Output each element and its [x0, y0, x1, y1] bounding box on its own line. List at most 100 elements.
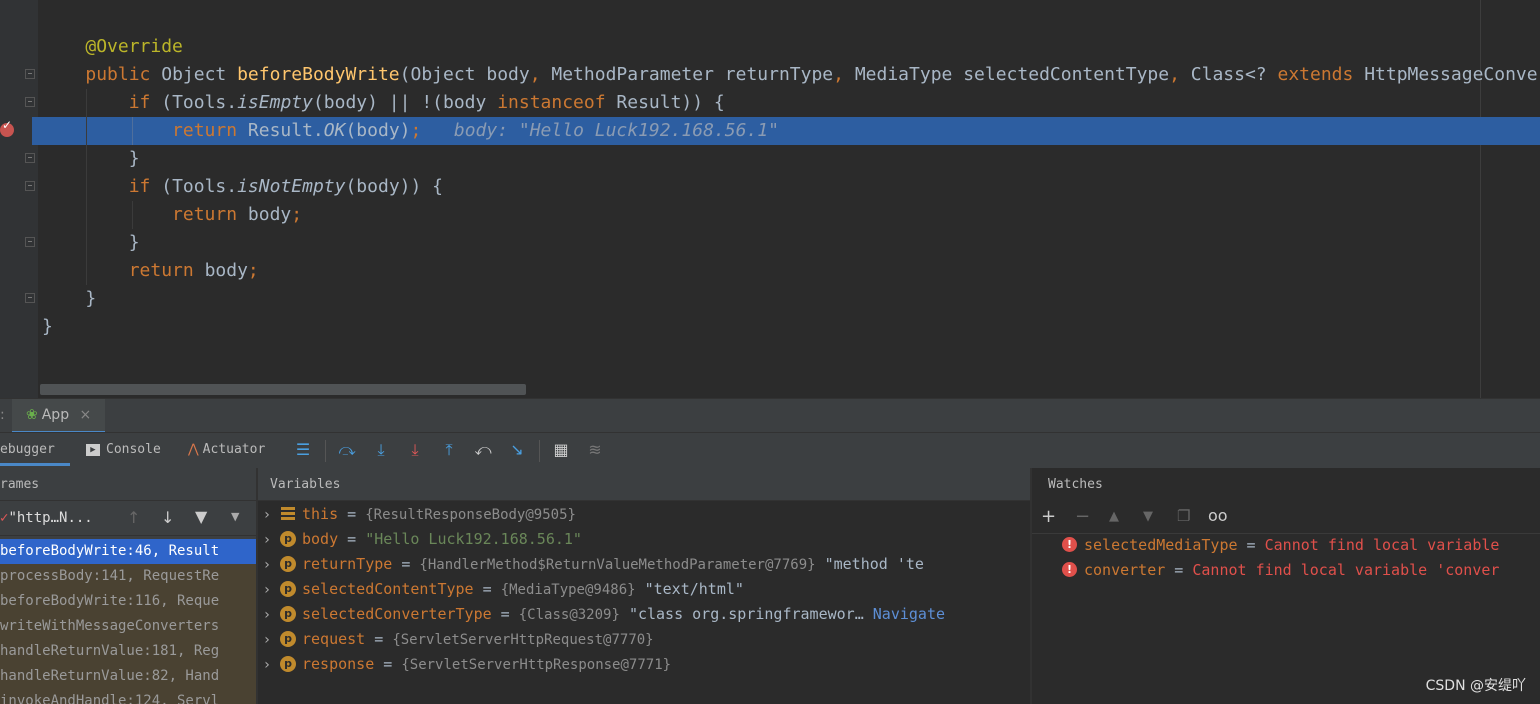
code-line-48[interactable]: }: [42, 229, 140, 257]
frame-row[interactable]: invokeAndHandle:124, Servl: [0, 689, 256, 704]
variable-row-returnType[interactable]: › p returnType = {HandlerMethod$ReturnValu…: [258, 552, 924, 577]
thread-label: "http…N...: [8, 510, 93, 526]
watch-error: Cannot find local variable: [1264, 536, 1500, 554]
code-line-41[interactable]: @Override: [42, 33, 183, 61]
expand-chevron-icon[interactable]: ›: [258, 553, 276, 578]
variable-row-response[interactable]: › p response = {ServletServerHttpResponse@…: [258, 652, 671, 677]
show-watches-glasses-icon[interactable]: oo: [1208, 506, 1228, 525]
frame-row[interactable]: beforeBodyWrite:116, Reque: [0, 589, 256, 614]
variables-panel-header: Variables: [258, 468, 1030, 501]
step-into-icon[interactable]: ⤓: [371, 440, 391, 460]
frame-row[interactable]: beforeBodyWrite:46, Result: [0, 539, 256, 564]
error-icon: !: [1062, 562, 1077, 577]
debugger-tab-label: ebugger: [0, 442, 55, 457]
actuator-icon: ⋀: [188, 442, 199, 457]
close-tab-icon[interactable]: ×: [80, 407, 92, 423]
fold-marker-icon[interactable]: [25, 97, 35, 107]
variable-ref: {ServletServerHttpResponse@7771}: [401, 657, 672, 673]
expand-chevron-icon[interactable]: ›: [258, 503, 276, 528]
code-editor[interactable]: ✓ @Override public Object beforeBodyWrit…: [0, 0, 1540, 398]
fold-marker-icon[interactable]: [25, 153, 35, 163]
expand-chevron-icon[interactable]: ›: [258, 628, 276, 653]
move-watch-up-icon[interactable]: ▲: [1109, 509, 1119, 524]
variables-title: Variables: [270, 477, 341, 492]
code-line-46[interactable]: if (Tools.isNotEmpty(body)) {: [42, 173, 443, 201]
tab-actuator[interactable]: ⋀ Actuator: [188, 433, 265, 466]
watch-name: selectedMediaType: [1084, 536, 1238, 554]
code-line-47[interactable]: return body;: [42, 201, 302, 229]
drop-frame-icon[interactable]: ⤺: [473, 440, 493, 460]
move-watch-down-icon[interactable]: ▼: [1143, 509, 1153, 524]
error-icon: !: [1062, 537, 1077, 552]
previous-frame-icon[interactable]: ↑: [127, 508, 140, 527]
variable-row-selectedConverterType[interactable]: › p selectedConverterType = {Class@3209} "…: [258, 602, 945, 627]
tab-app-run-config[interactable]: ❀ App ×: [12, 399, 106, 434]
fold-marker-icon[interactable]: [25, 181, 35, 191]
horizontal-scrollbar[interactable]: [40, 384, 526, 395]
force-step-into-icon[interactable]: ⤓: [405, 440, 425, 460]
console-tab-label: Console: [106, 442, 161, 457]
tab-overflow-icon[interactable]: :: [0, 399, 8, 431]
variable-row-this[interactable]: › this = {ResultResponseBody@9505}: [258, 502, 576, 527]
run-to-cursor-icon[interactable]: ↘: [507, 440, 527, 460]
watch-name: converter: [1084, 561, 1166, 579]
fold-marker-icon[interactable]: [25, 293, 35, 303]
trace-stream-icon[interactable]: ≋: [585, 440, 605, 460]
expand-chevron-icon[interactable]: ›: [258, 578, 276, 603]
code-line-43[interactable]: if (Tools.isEmpty(body) || !(body instan…: [42, 89, 725, 117]
show-execution-point-icon[interactable]: ☰: [293, 440, 313, 460]
frames-panel: ✓"http…N... ↑ ↓ ▼ ▼ beforeBodyWrite:46, …: [0, 501, 256, 704]
actuator-tab-label: Actuator: [202, 442, 266, 457]
next-frame-icon[interactable]: ↓: [161, 508, 174, 527]
debugger-toolbar: ebugger ▶ Console ⋀ Actuator ☰ ⤼ ⤓ ⤓ ⤒ ⤺ ↘…: [0, 432, 1540, 469]
expand-chevron-icon[interactable]: ›: [258, 528, 276, 553]
editor-gutter[interactable]: [0, 0, 38, 398]
variable-ref: {MediaType@9486}: [500, 582, 636, 598]
tab-debugger[interactable]: ebugger: [0, 433, 70, 466]
frame-row[interactable]: processBody:141, RequestRe: [0, 564, 256, 589]
expand-chevron-icon[interactable]: ›: [258, 653, 276, 678]
variable-row-selectedContentType[interactable]: › p selectedContentType = {MediaType@9486}…: [258, 577, 744, 602]
thread-dropdown[interactable]: ✓"http…N...: [0, 501, 93, 535]
code-line-51[interactable]: }: [42, 313, 53, 341]
fold-marker-icon[interactable]: [25, 237, 35, 247]
navigate-link[interactable]: Navigate: [873, 605, 945, 623]
fold-marker-icon[interactable]: [25, 69, 35, 79]
remove-watch-icon[interactable]: −: [1075, 506, 1090, 527]
frame-row[interactable]: handleReturnValue:82, Hand: [0, 664, 256, 689]
watch-error: Cannot find local variable 'conver: [1192, 561, 1500, 579]
toolbar-separator: [539, 440, 540, 462]
step-over-icon[interactable]: ⤼: [337, 440, 357, 460]
breakpoint-check-icon: ✓: [2, 118, 13, 132]
code-line-50[interactable]: }: [42, 285, 96, 313]
toolbar-separator: [325, 440, 326, 462]
watches-panel: + − ▲ ▼ ❐ oo ! selectedMediaType = Cannot…: [1032, 501, 1540, 704]
code-line-44[interactable]: return Result.OK(body); body: "Hello Luc…: [42, 117, 779, 145]
watches-panel-header: Watches: [1032, 468, 1540, 501]
expand-chevron-icon[interactable]: ›: [258, 603, 276, 628]
add-watch-icon[interactable]: +: [1041, 506, 1056, 527]
code-line-42[interactable]: public Object beforeBodyWrite(Object bod…: [42, 61, 1540, 89]
watch-row-converter[interactable]: ! converter = Cannot find local variable …: [1062, 558, 1499, 583]
csdn-watermark: CSDN @安缇吖: [1425, 678, 1526, 694]
step-out-icon[interactable]: ⤒: [439, 440, 459, 460]
frame-row[interactable]: writeWithMessageConverters: [0, 614, 256, 639]
filter-icon[interactable]: ▼: [195, 507, 207, 526]
evaluate-expression-icon[interactable]: ▦: [551, 440, 571, 460]
tab-console[interactable]: ▶ Console: [86, 433, 161, 466]
field-icon: [281, 506, 295, 521]
variable-name: this: [302, 505, 339, 523]
watch-row-selectedMediaType[interactable]: ! selectedMediaType = Cannot find local v…: [1062, 533, 1499, 558]
frame-row[interactable]: handleReturnValue:181, Reg: [0, 639, 256, 664]
variable-row-request[interactable]: › p request = {ServletServerHttpRequest@77…: [258, 627, 653, 653]
variable-row-body[interactable]: › p body = "Hello Luck192.168.56.1": [258, 527, 582, 552]
code-line-45[interactable]: }: [42, 145, 140, 173]
variable-name: response: [302, 655, 375, 673]
parameter-icon: p: [280, 605, 296, 622]
spring-boot-icon: ❀: [26, 407, 38, 423]
code-line-49[interactable]: return body;: [42, 257, 259, 285]
duplicate-watch-icon[interactable]: ❐: [1177, 507, 1190, 525]
debug-tool-window-tabs: : ❀ App ×: [0, 398, 1540, 434]
frames-menu-chevron-icon[interactable]: ▼: [231, 510, 239, 523]
app-tab-label: App: [41, 407, 70, 423]
